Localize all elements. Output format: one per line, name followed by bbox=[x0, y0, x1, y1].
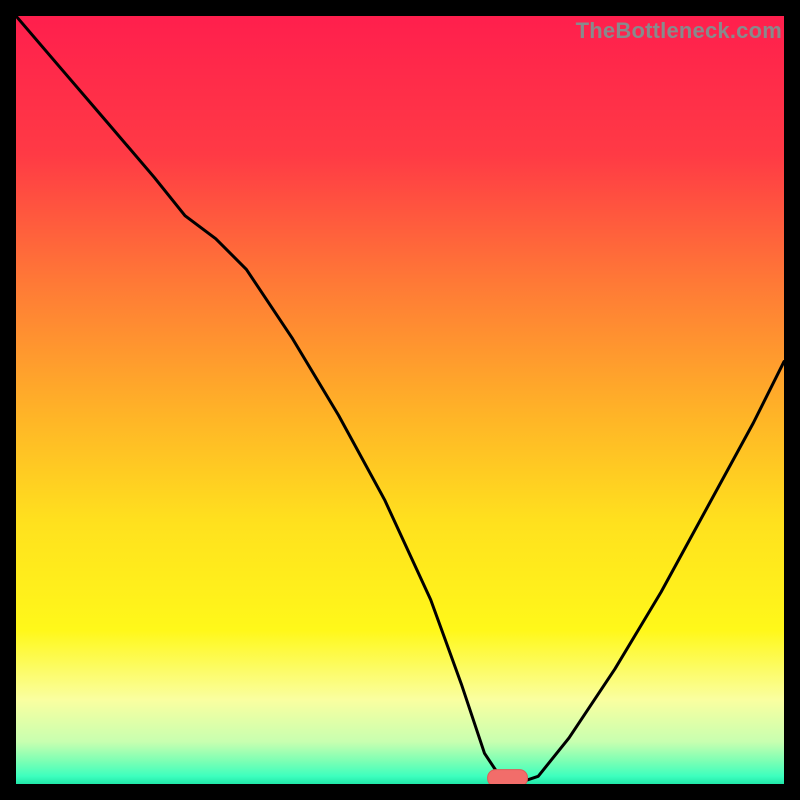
gradient-background bbox=[16, 16, 784, 784]
optimal-marker bbox=[488, 770, 528, 784]
bottleneck-chart bbox=[16, 16, 784, 784]
chart-frame: TheBottleneck.com bbox=[16, 16, 784, 784]
